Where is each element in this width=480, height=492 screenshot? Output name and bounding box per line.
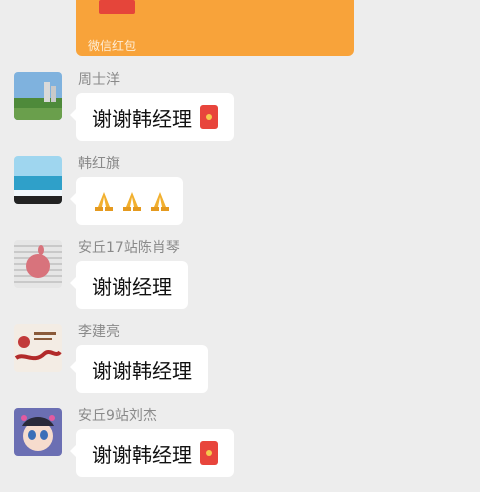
sender-name: 周士洋	[78, 72, 120, 88]
message-text: 谢谢韩经理	[92, 442, 192, 467]
chat-message: 周士洋 谢谢韩经理	[0, 72, 480, 156]
red-packet-icon	[99, 0, 135, 14]
chat-message: 安丘9站刘杰 谢谢韩经理	[0, 408, 480, 492]
message-bubble[interactable]: 谢谢韩经理	[70, 429, 234, 477]
avatar[interactable]	[14, 240, 62, 288]
sender-name: 韩红旗	[78, 156, 120, 172]
avatar[interactable]	[14, 156, 62, 204]
sender-name: 安丘17站陈肖琴	[78, 240, 180, 256]
message-bubble[interactable]: 谢谢韩经理	[70, 345, 208, 393]
red-packet-label: 微信红包	[88, 39, 137, 53]
message-bubble[interactable]: 谢谢韩经理	[70, 93, 234, 141]
message-bubble[interactable]: 谢谢经理	[70, 261, 188, 309]
red-packet-card[interactable]: 微信红包	[76, 0, 354, 56]
chat-area: 微信红包 周士洋 谢谢韩经理 韩红旗 安丘17站陈肖琴 谢谢经理 李建亮 谢谢韩…	[0, 0, 480, 480]
chat-message: 韩红旗	[0, 156, 480, 240]
message-text: 谢谢韩经理	[92, 358, 192, 383]
avatar[interactable]	[14, 324, 62, 372]
avatar[interactable]	[14, 408, 62, 456]
red-envelope-icon	[200, 441, 218, 465]
message-bubble[interactable]	[70, 177, 183, 225]
sender-name: 李建亮	[78, 324, 120, 340]
chat-message: 李建亮 谢谢韩经理	[0, 324, 480, 408]
avatar[interactable]	[14, 72, 62, 120]
praying-hands-icon	[123, 192, 141, 211]
praying-hands-emoji	[92, 189, 172, 213]
red-envelope-icon	[200, 105, 218, 129]
message-text: 谢谢经理	[92, 274, 172, 299]
chat-message: 安丘17站陈肖琴 谢谢经理	[0, 240, 480, 324]
praying-hands-icon	[151, 192, 169, 211]
sender-name: 安丘9站刘杰	[78, 408, 157, 424]
message-text: 谢谢韩经理	[92, 106, 192, 131]
praying-hands-icon	[95, 192, 113, 211]
